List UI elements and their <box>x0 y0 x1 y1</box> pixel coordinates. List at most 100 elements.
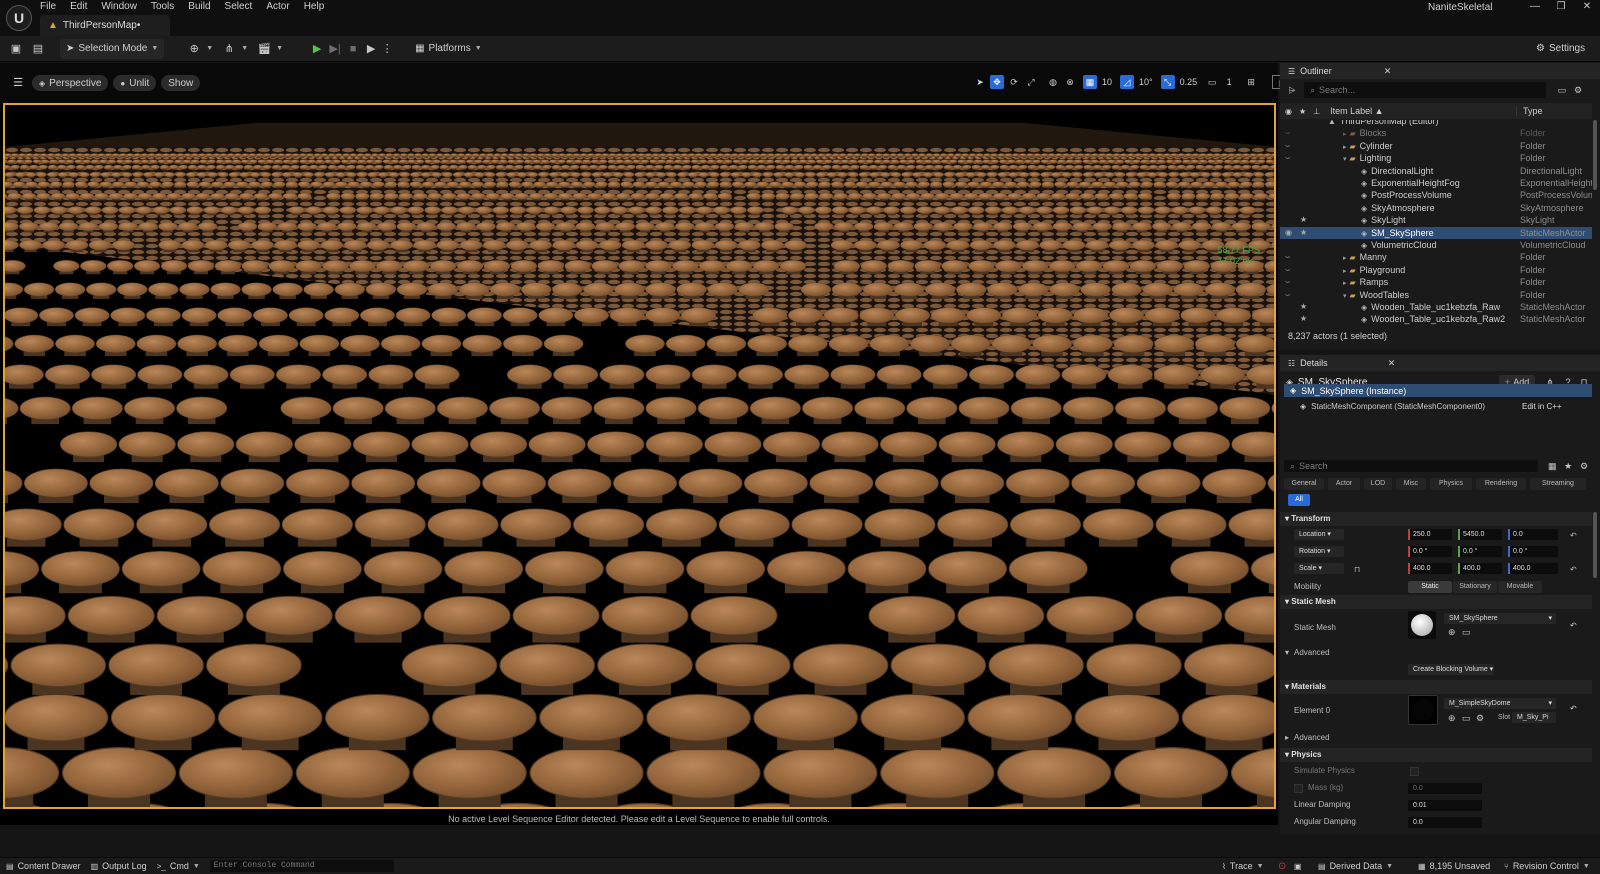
menu-window[interactable]: Window <box>101 0 137 14</box>
favorite-icon[interactable]: ★ <box>1560 458 1576 474</box>
perspective-button[interactable]: ◈ Perspective <box>32 75 109 91</box>
physics-section[interactable]: ▾ Physics <box>1280 748 1592 762</box>
trace-button[interactable]: ⌇ Trace ▼ <box>1222 861 1264 871</box>
star-icon[interactable]: ★ <box>1300 326 1307 328</box>
reset-icon[interactable]: ↶ <box>1570 529 1577 543</box>
platforms-button[interactable]: ▦ Platforms ▼ <box>409 39 488 59</box>
document-tab[interactable]: ▲ ThirdPersonMap• <box>40 15 170 36</box>
linear-damping-field[interactable]: 0.01 <box>1408 800 1482 811</box>
scale-snap-value[interactable]: 0.25 <box>1178 75 1200 89</box>
menu-build[interactable]: Build <box>188 0 210 14</box>
static-mesh-thumbnail[interactable] <box>1408 611 1436 639</box>
settings-button[interactable]: ⚙ Settings <box>1530 39 1591 59</box>
filter-all[interactable]: All <box>1288 494 1310 506</box>
scale-z-field[interactable]: 400.0 <box>1508 563 1558 574</box>
location-z-field[interactable]: 0.0 <box>1508 529 1558 540</box>
star-icon[interactable]: ★ <box>1300 214 1307 226</box>
content-drawer-button[interactable]: ▤ Content Drawer <box>6 861 81 871</box>
rotation-z-field[interactable]: 0.0 ° <box>1508 546 1558 557</box>
outliner-row[interactable]: ◈ SkyAtmosphere SkyAtmosphere <box>1280 202 1592 214</box>
mass-field[interactable]: 0.0 <box>1408 783 1482 794</box>
menu-help[interactable]: Help <box>304 0 325 14</box>
materials-advanced-row[interactable]: ▸ Advanced <box>1280 731 1592 745</box>
transform-section[interactable]: ▾ Transform <box>1280 512 1592 526</box>
star-icon[interactable]: ★ <box>1300 301 1307 313</box>
static-mesh-section[interactable]: ▾ Static Mesh <box>1280 595 1592 609</box>
outliner-row[interactable]: ⌣ ▸ ▰ Playground Folder <box>1280 264 1592 276</box>
star-icon[interactable]: ★ <box>1300 313 1307 325</box>
filter-streaming[interactable]: Streaming <box>1530 478 1586 490</box>
outliner-search-input[interactable]: ⌕ Search... <box>1304 82 1546 98</box>
triangle-right-icon[interactable]: ▸ <box>1343 255 1347 262</box>
static-mesh-dropdown[interactable]: SM_SkySphere ▾ <box>1444 613 1556 624</box>
layout-grid-icon[interactable]: ⊞ <box>1244 75 1258 89</box>
lock-icon[interactable]: ⊓ <box>1354 563 1360 577</box>
visibility-icon[interactable]: ⌣ <box>1285 251 1290 263</box>
type-header[interactable]: Type <box>1516 106 1543 116</box>
component-row[interactable]: ◈ StaticMeshComponent (StaticMeshCompone… <box>1300 400 1592 413</box>
visibility-icon[interactable]: ◉ <box>1285 107 1292 116</box>
scale-x-field[interactable]: 400.0 <box>1408 563 1452 574</box>
stop-icon[interactable]: ■ <box>345 41 361 57</box>
filter-lod[interactable]: LOD <box>1364 478 1392 490</box>
scale-dropdown[interactable]: Scale ▾ <box>1294 563 1344 574</box>
outliner-row[interactable]: ⌣ ▾ ▰ Lighting Folder <box>1280 152 1592 164</box>
filter-general[interactable]: General <box>1284 478 1324 490</box>
reset-icon[interactable]: ↶ <box>1570 563 1577 577</box>
star-icon[interactable]: ★ <box>1300 227 1307 239</box>
close-window-icon[interactable]: ✕ <box>1574 0 1600 14</box>
derived-data-button[interactable]: ▤ Derived Data ▼ <box>1318 861 1393 871</box>
filter-rendering[interactable]: Rendering <box>1476 478 1526 490</box>
material-thumbnail[interactable] <box>1408 695 1438 725</box>
visibility-icon[interactable]: ⌣ <box>1285 152 1290 164</box>
location-dropdown[interactable]: Location ▾ <box>1294 529 1344 540</box>
location-y-field[interactable]: 5450.0 <box>1458 529 1502 540</box>
selection-mode-button[interactable]: ➤ Selection Mode ▼ <box>60 38 165 59</box>
camera-speed-value[interactable]: 1 <box>1222 75 1236 89</box>
mobility-stationary[interactable]: Stationary <box>1453 581 1497 593</box>
console-input[interactable]: Enter Console Command <box>209 860 394 872</box>
rotation-snap-value[interactable]: 10° <box>1137 75 1155 89</box>
visibility-icon[interactable]: ⌣ <box>1285 264 1290 276</box>
output-log-button[interactable]: ▥ Output Log <box>91 861 147 871</box>
save-icon[interactable]: ▣ <box>8 41 24 57</box>
outliner-row[interactable]: ★ ◈ Wooden_Table_uc1kebzfa_Raw StaticMeshA… <box>1280 301 1592 313</box>
rotation-x-field[interactable]: 0.0 ° <box>1408 546 1452 557</box>
unreal-logo-icon[interactable]: U <box>6 5 32 31</box>
menu-tools[interactable]: Tools <box>151 0 174 14</box>
outliner-row[interactable]: ◈ VolumetricCloud VolumetricCloud <box>1280 239 1592 251</box>
static-mesh-advanced-row[interactable]: ▾ Advanced <box>1280 646 1592 660</box>
visibility-icon[interactable]: ⌣ <box>1285 127 1290 139</box>
visibility-icon[interactable]: ⌣ <box>1285 276 1290 288</box>
minimize-icon[interactable]: — <box>1522 0 1548 14</box>
step-icon[interactable]: ▶︎| <box>327 41 343 57</box>
angular-damping-field[interactable]: 0.0 <box>1408 817 1482 828</box>
visibility-icon[interactable]: ⌣ <box>1285 140 1290 152</box>
show-button[interactable]: Show <box>161 75 201 91</box>
scale-tool-icon[interactable]: ⤢ <box>1024 75 1038 89</box>
location-x-field[interactable]: 250.0 <box>1408 529 1452 540</box>
rotation-y-field[interactable]: 0.0 ° <box>1458 546 1502 557</box>
browse-icon[interactable]: ⊕ <box>1448 713 1456 724</box>
item-label-header[interactable]: Item Label ▲ <box>1330 106 1383 116</box>
cinematics-icon[interactable]: 🎬︎ <box>256 41 272 57</box>
gear-icon[interactable]: ⚙ <box>1576 458 1592 474</box>
outliner-row[interactable]: ★ ◈ SkyLight SkyLight <box>1280 214 1592 226</box>
details-search-input[interactable]: ⌕ Search <box>1284 460 1539 472</box>
outliner-row[interactable]: ◉ ★ ◈ SM_SkySphere StaticMeshActor <box>1280 226 1592 239</box>
material-dropdown[interactable]: M_SimpleSkyDome ▾ <box>1444 698 1556 709</box>
outliner-row[interactable]: ⌣ ▾ ▰ WoodTables Folder <box>1280 289 1592 301</box>
materials-section[interactable]: ▾ Materials <box>1280 680 1592 694</box>
camera-speed-icon[interactable]: ▭ <box>1205 75 1219 89</box>
rotation-snap-icon[interactable]: ◿ <box>1120 75 1135 89</box>
rotate-tool-icon[interactable]: ⟳ <box>1007 75 1021 89</box>
add-actor-icon[interactable]: ⊕ <box>186 41 202 57</box>
triangle-right-icon[interactable]: ▸ <box>1343 268 1347 275</box>
outliner-row[interactable]: ⌣ ▸ ▰ Manny Folder <box>1280 251 1592 263</box>
filter-actor[interactable]: Actor <box>1328 478 1360 490</box>
close-icon[interactable]: ✕ <box>1388 358 1396 369</box>
grid-snap-icon[interactable]: ▦ <box>1083 75 1097 89</box>
folder-icon[interactable]: ▭ <box>1462 713 1471 724</box>
triangle-down-icon[interactable]: ▾ <box>1343 293 1347 300</box>
close-icon[interactable]: ✕ <box>1384 66 1392 77</box>
